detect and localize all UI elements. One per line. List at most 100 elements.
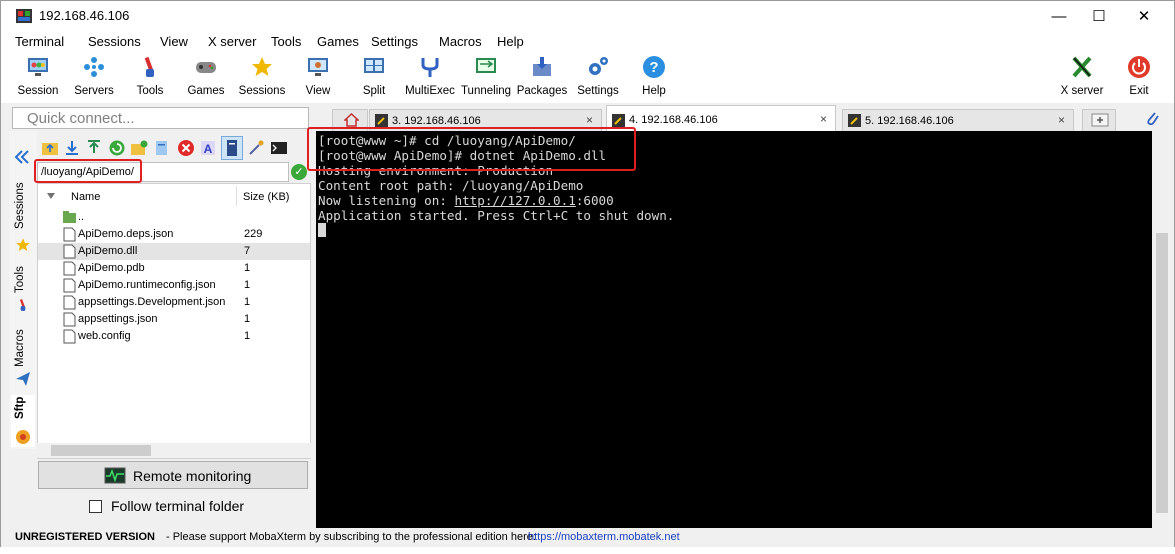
sftp-globe-icon [16, 430, 30, 444]
x-server-button[interactable]: X server [1054, 53, 1110, 101]
parent-folder-icon[interactable] [41, 139, 59, 157]
magic-wand-icon[interactable] [247, 139, 265, 157]
file-name: ApiDemo.dll [78, 245, 138, 257]
sidebar-tab-sessions[interactable]: Sessions [11, 181, 35, 261]
settings-button[interactable]: Settings [570, 53, 626, 101]
main-toolbar: Session Servers Tools Games Sessions Vie… [1, 51, 1174, 103]
tab-session-5[interactable]: 5. 192.168.46.106 × [842, 109, 1074, 131]
menu-terminal[interactable]: Terminal [15, 34, 64, 49]
file-row[interactable]: .. [38, 209, 310, 226]
help-button[interactable]: ? Help [626, 53, 682, 101]
column-name-header[interactable]: Name [71, 191, 100, 203]
terminal-output[interactable]: [root@www ~]# cd /luoyang/ApiDemo/ [root… [316, 131, 1152, 528]
upload-icon[interactable] [85, 139, 103, 157]
terminal-vscrollbar[interactable] [1153, 131, 1171, 528]
gamepad-icon [196, 62, 216, 73]
packages-icon [533, 57, 551, 76]
multiexec-button[interactable]: MultiExec [402, 53, 458, 101]
plus-icon [1091, 113, 1109, 127]
listen-url-link[interactable]: http://127.0.0.1 [454, 193, 575, 208]
split-button[interactable]: Split [346, 53, 402, 101]
download-icon[interactable] [63, 139, 81, 157]
new-folder-icon[interactable] [130, 139, 148, 157]
tab-close-icon[interactable]: × [820, 112, 827, 126]
column-divider [236, 186, 237, 206]
view-button[interactable]: View [290, 53, 346, 101]
sidebar-tab-tools[interactable]: Tools [11, 263, 35, 323]
tools-button[interactable]: Tools [122, 53, 178, 101]
toggle-hidden-button[interactable] [221, 136, 243, 160]
sidebar-tab-macros[interactable]: Macros [11, 327, 35, 392]
sidebar-tab-sftp[interactable]: Sftp [11, 395, 35, 447]
file-row[interactable]: ApiDemo.dll 7 [38, 243, 310, 260]
vscroll-thumb[interactable] [1156, 233, 1168, 513]
file-name: ApiDemo.deps.json [78, 228, 174, 240]
tab-close-icon[interactable]: × [586, 113, 593, 127]
tunneling-button[interactable]: Tunneling [458, 53, 514, 101]
follow-terminal-checkbox[interactable] [89, 500, 102, 513]
menu-settings[interactable]: Settings [371, 34, 418, 49]
tunneling-icon [476, 58, 496, 73]
hscroll-thumb[interactable] [51, 445, 151, 456]
terminal-icon[interactable] [270, 139, 288, 157]
file-icon [63, 278, 76, 293]
mobatek-link[interactable]: https://mobaxterm.mobatek.net [528, 531, 680, 543]
rename-icon[interactable]: A [199, 139, 217, 157]
close-button[interactable]: ✕ [1121, 1, 1167, 31]
file-size: 7 [244, 245, 251, 257]
gears-icon [589, 57, 608, 75]
paperclip-icon[interactable] [1144, 109, 1160, 127]
terminal-line: Now listening on: http://127.0.0.1:6000 [318, 193, 614, 208]
file-row[interactable]: web.config 1 [38, 328, 310, 345]
session-button[interactable]: Session [10, 53, 66, 101]
window-title: 192.168.46.106 [39, 8, 130, 23]
new-tab-button[interactable] [1082, 109, 1116, 131]
file-row[interactable]: appsettings.json 1 [38, 311, 310, 328]
file-row[interactable]: ApiDemo.runtimeconfig.json 1 [38, 277, 310, 294]
path-go-check-icon[interactable]: ✓ [291, 164, 307, 180]
terminal-cursor [318, 223, 326, 237]
remote-monitoring-button[interactable]: Remote monitoring [38, 461, 308, 489]
column-size-header[interactable]: Size (KB) [243, 191, 289, 203]
tab-close-icon[interactable]: × [1058, 113, 1065, 127]
menu-tools[interactable]: Tools [271, 34, 301, 49]
close-icon: ✕ [1137, 8, 1151, 25]
servers-icon [84, 57, 104, 77]
maximize-icon: ☐ [1092, 8, 1106, 25]
x-server-icon [1072, 56, 1092, 78]
menu-view[interactable]: View [160, 34, 188, 49]
delete-icon[interactable] [177, 139, 195, 157]
parent-folder-icon [63, 211, 76, 223]
follow-terminal-folder: Follow terminal folder [89, 498, 309, 518]
sftp-file-list: Name Size (KB) .. ApiDemo.deps.json 229 Api… [37, 183, 311, 459]
collapse-chevron-icon[interactable] [13, 149, 31, 165]
file-size: 1 [244, 296, 251, 308]
packages-button[interactable]: Packages [514, 53, 570, 101]
menu-x-server[interactable]: X server [208, 34, 256, 49]
sessions-button[interactable]: Sessions [234, 53, 290, 101]
power-icon [1128, 56, 1150, 78]
menu-games[interactable]: Games [317, 34, 359, 49]
file-list-header: Name Size (KB) [38, 184, 310, 208]
file-icon [63, 329, 76, 344]
svg-text:?: ? [649, 59, 658, 76]
file-name: web.config [78, 330, 131, 342]
maximize-button[interactable]: ☐ [1076, 1, 1122, 31]
menu-sessions[interactable]: Sessions [88, 34, 141, 49]
file-row[interactable]: ApiDemo.pdb 1 [38, 260, 310, 277]
status-bar: UNREGISTERED VERSION - Please support Mo… [1, 528, 1174, 548]
exit-button[interactable]: Exit [1111, 53, 1167, 101]
menu-help[interactable]: Help [497, 34, 524, 49]
new-file-icon[interactable] [152, 139, 170, 157]
split-icon [364, 58, 384, 73]
menu-macros[interactable]: Macros [439, 34, 482, 49]
quick-connect-input[interactable]: Quick connect... [12, 107, 309, 129]
tab-session-4[interactable]: 4. 192.168.46.106 × [606, 105, 836, 131]
servers-button[interactable]: Servers [66, 53, 122, 101]
macros-send-icon [16, 372, 30, 386]
games-button[interactable]: Games [178, 53, 234, 101]
file-list-hscrollbar[interactable] [37, 443, 311, 458]
refresh-icon[interactable] [108, 139, 126, 157]
file-row[interactable]: ApiDemo.deps.json 229 [38, 226, 310, 243]
file-row[interactable]: appsettings.Development.json 1 [38, 294, 310, 311]
